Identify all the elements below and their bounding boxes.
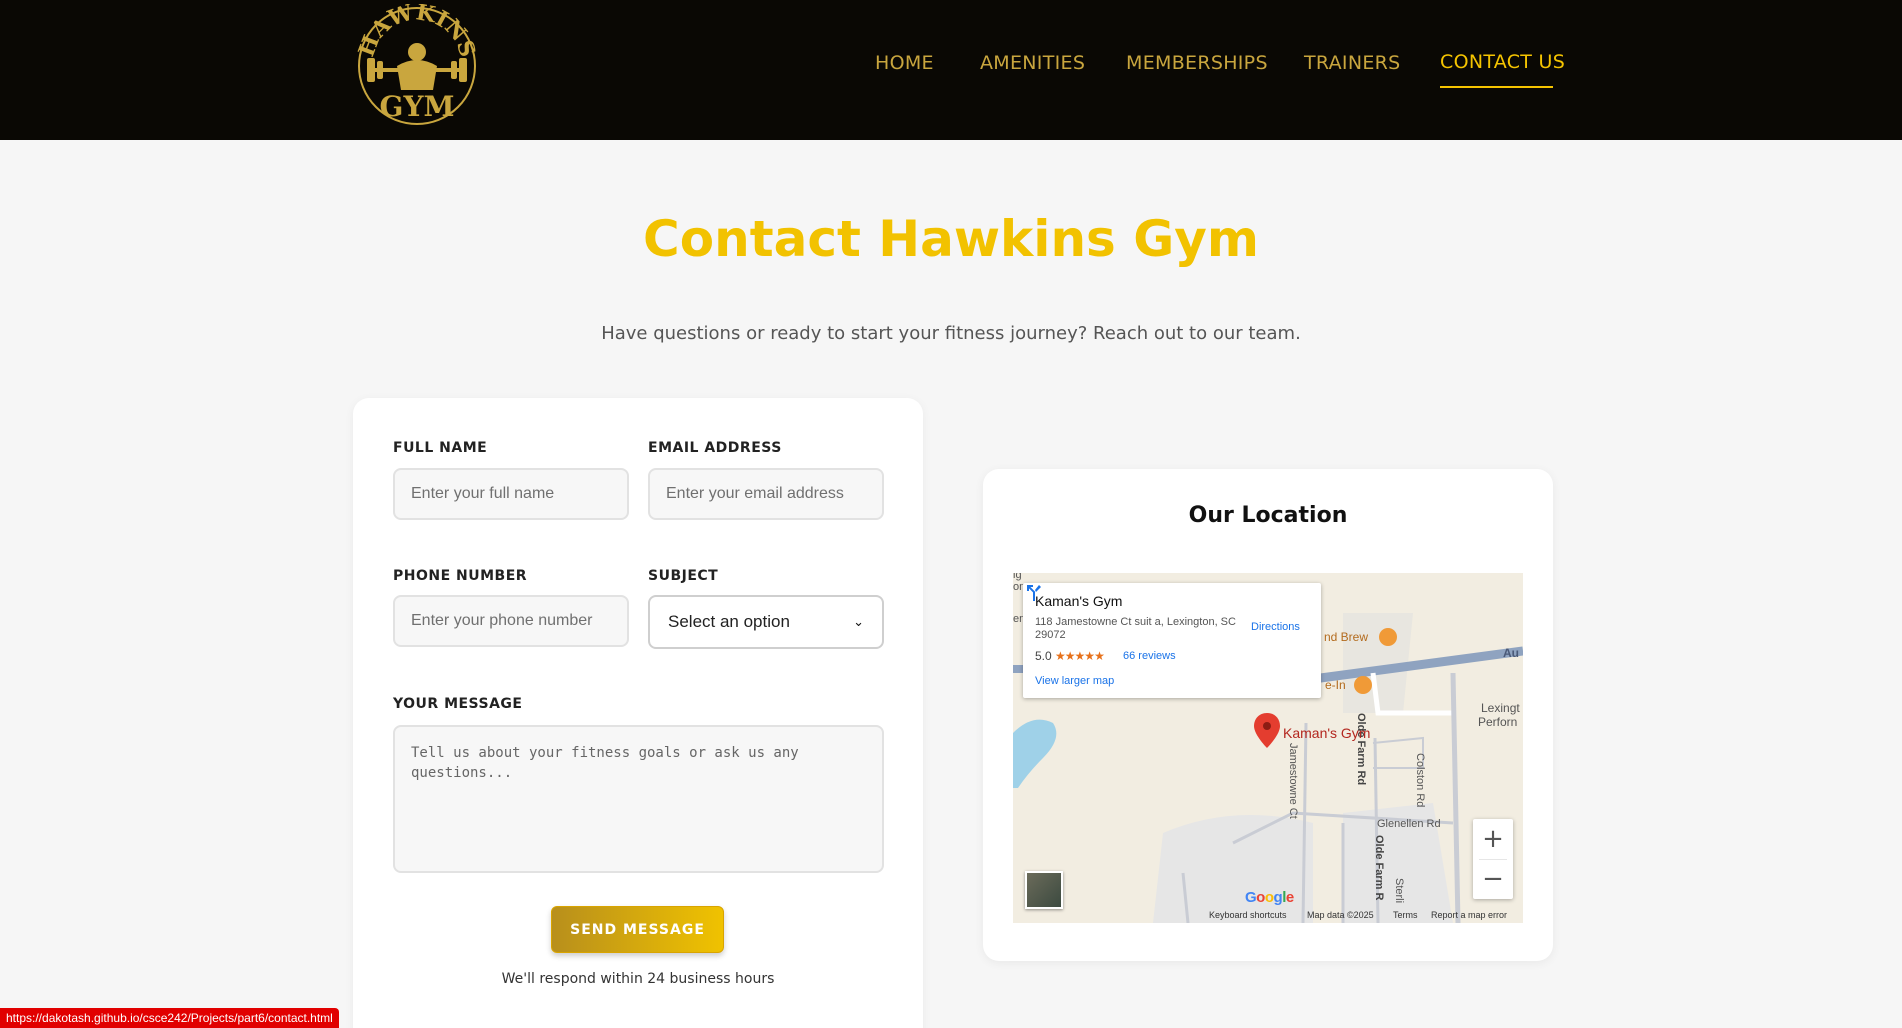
map-label-au: Au xyxy=(1503,646,1519,660)
svg-text:GYM: GYM xyxy=(380,90,455,123)
active-nav-underline xyxy=(1440,86,1553,88)
rating-value: 5.0 xyxy=(1035,649,1052,663)
email-label: EMAIL ADDRESS xyxy=(648,440,782,456)
message-label: YOUR MESSAGE xyxy=(393,696,523,712)
location-card: Our Location nd Brew e-In Au Lexingt Per… xyxy=(983,469,1553,961)
map-label-brew: nd Brew xyxy=(1324,630,1369,644)
subject-label: SUBJECT xyxy=(648,568,719,584)
phone-input[interactable] xyxy=(393,595,629,647)
site-header: HAWKINS GYM HOME AMENITIES MEMBERSHIPS T… xyxy=(0,0,1902,140)
zoom-in-button[interactable]: + xyxy=(1473,819,1513,859)
map-label-olde-farm-rd-2: Olde Farm R xyxy=(1373,835,1385,901)
directions-link[interactable]: Directions xyxy=(1251,621,1300,633)
nav-home[interactable]: HOME xyxy=(875,52,934,74)
response-time-note: We'll respond within 24 business hours xyxy=(501,971,775,987)
full-name-input[interactable] xyxy=(393,468,629,520)
place-name: Kaman's Gym xyxy=(1035,593,1123,609)
map-data-text: Map data ©2025 xyxy=(1307,910,1374,920)
contact-form-card: FULL NAME EMAIL ADDRESS PHONE NUMBER SUB… xyxy=(353,398,923,1028)
map-label-perform: Perforn xyxy=(1478,715,1518,729)
map-label-lexington: Lexingt xyxy=(1481,701,1520,715)
send-message-button[interactable]: SEND MESSAGE xyxy=(551,906,724,953)
terms-link[interactable]: Terms xyxy=(1393,910,1418,920)
embedded-map[interactable]: nd Brew e-In Au Lexingt Perforn Olde Far… xyxy=(1013,573,1523,923)
phone-label: PHONE NUMBER xyxy=(393,568,528,584)
map-label-olde-farm-rd: Olde Farm Rd xyxy=(1355,713,1367,786)
map-zoom-control: + − xyxy=(1473,819,1513,899)
map-label-edge-1: ig xyxy=(1013,573,1022,581)
map-pin-label[interactable]: Kaman's Gym xyxy=(1283,725,1370,741)
zoom-out-button[interactable]: − xyxy=(1473,859,1513,899)
keyboard-shortcuts-link[interactable]: Keyboard shortcuts xyxy=(1209,910,1287,920)
google-logo: Google xyxy=(1245,889,1294,906)
full-name-label: FULL NAME xyxy=(393,440,488,456)
place-address: 118 Jamestowne Ct suit a, Lexington, SC … xyxy=(1035,616,1236,641)
map-label-sterling: Sterli xyxy=(1393,878,1405,904)
gym-logo[interactable]: HAWKINS GYM xyxy=(355,4,479,128)
message-textarea[interactable] xyxy=(393,725,884,873)
subject-select-value: Select an option xyxy=(668,612,790,631)
chevron-down-icon: ⌄ xyxy=(853,614,864,629)
subject-select[interactable]: Select an option ⌄ xyxy=(648,595,884,649)
nav-amenities[interactable]: AMENITIES xyxy=(980,52,1085,74)
reviews-link[interactable]: 66 reviews xyxy=(1123,650,1176,662)
map-label-colston-rd: Colston Rd xyxy=(1414,753,1426,808)
report-map-error-link[interactable]: Report a map error xyxy=(1431,910,1507,920)
map-info-window: Kaman's Gym 118 Jamestowne Ct suit a, Le… xyxy=(1023,583,1321,698)
nav-contact-us[interactable]: CONTACT US xyxy=(1440,51,1565,73)
map-label-jamestowne-ct: Jamestowne Ct xyxy=(1287,743,1299,819)
nav-trainers[interactable]: TRAINERS xyxy=(1304,52,1401,74)
location-title: Our Location xyxy=(1188,503,1348,528)
directions-icon[interactable] xyxy=(1023,583,1043,603)
page-subtitle: Have questions or ready to start your fi… xyxy=(601,323,1301,344)
map-label-glenellen-rd: Glenellen Rd xyxy=(1377,818,1441,830)
map-label-inn: e-In xyxy=(1325,678,1346,692)
view-larger-map-link[interactable]: View larger map xyxy=(1035,675,1114,687)
nav-memberships[interactable]: MEMBERSHIPS xyxy=(1126,52,1268,74)
star-rating-icon: ★★★★★ xyxy=(1055,649,1105,663)
page-title: Contact Hawkins Gym xyxy=(643,210,1259,268)
email-input[interactable] xyxy=(648,468,884,520)
link-status-bar: https://dakotash.github.io/csce242/Proje… xyxy=(0,1008,339,1028)
place-rating: 5.0 ★★★★★ xyxy=(1035,649,1105,663)
satellite-toggle-thumbnail[interactable] xyxy=(1025,871,1063,909)
